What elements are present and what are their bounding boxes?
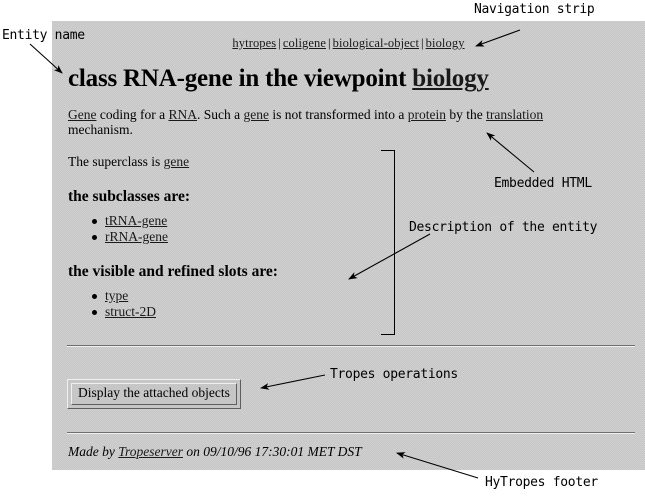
nav-link-biology[interactable]: biology bbox=[426, 36, 465, 50]
annotation-description-of-entity: Description of the entity bbox=[409, 220, 598, 235]
navigation-strip: hytropes | coligene | biological-object | biol… bbox=[52, 21, 645, 51]
desc-link-protein[interactable]: protein bbox=[408, 107, 446, 122]
nav-separator: | bbox=[278, 36, 281, 50]
footer-timestamp: on 09/10/96 17:30:01 MET DST bbox=[182, 444, 362, 459]
page-title-text: class RNA-gene in the viewpoint bbox=[68, 65, 413, 92]
page-title: class RNA-gene in the viewpoint biology bbox=[68, 65, 645, 93]
desc-link-gene[interactable]: gene bbox=[243, 107, 268, 122]
desc-link-rna[interactable]: RNA bbox=[168, 107, 197, 122]
desc-link-translation[interactable]: translation bbox=[486, 107, 543, 122]
list-item: struct-2D bbox=[92, 304, 645, 320]
superclass-link-gene[interactable]: gene bbox=[164, 154, 189, 169]
subclass-link-trna-gene[interactable]: tRNA-gene bbox=[105, 213, 167, 228]
superclass-label: The superclass is bbox=[68, 154, 164, 170]
list-item: type bbox=[92, 288, 645, 304]
nav-link-hytropes[interactable]: hytropes bbox=[232, 36, 276, 50]
desc-text: coding for a bbox=[96, 107, 169, 122]
description-region-bracket bbox=[381, 150, 395, 335]
slot-link-struct-2d[interactable]: struct-2D bbox=[105, 304, 156, 319]
horizontal-rule-above-operations bbox=[67, 345, 635, 347]
annotation-embedded-html: Embedded HTML bbox=[494, 176, 592, 191]
annotation-navigation-strip: Navigation strip bbox=[474, 2, 595, 17]
slots-heading: the visible and refined slots are: bbox=[68, 262, 278, 280]
hytropes-page: hytropes | coligene | biological-object | biol… bbox=[52, 21, 645, 470]
annotation-tropes-operations: Tropes operations bbox=[330, 367, 458, 382]
entity-description: Gene coding for a RNA. Such a gene is no… bbox=[68, 107, 588, 137]
nav-separator: | bbox=[328, 36, 331, 50]
subclass-link-rrna-gene[interactable]: rRNA-gene bbox=[105, 229, 168, 244]
footer-link-tropeserver[interactable]: Tropeserver bbox=[118, 444, 183, 459]
operations-area: Display the attached objects bbox=[67, 379, 241, 409]
desc-text: is not transformed into a bbox=[268, 107, 408, 122]
annotation-hytropes-footer: HyTropes footer bbox=[485, 475, 598, 490]
hytropes-footer: Made by Tropeserver on 09/10/96 17:30:01… bbox=[68, 444, 362, 460]
viewpoint-link-biology[interactable]: biology bbox=[412, 65, 489, 92]
desc-link-gene-capital[interactable]: Gene bbox=[68, 107, 96, 122]
desc-text: . Such a bbox=[196, 107, 244, 122]
nav-link-biological-object[interactable]: biological-object bbox=[333, 36, 419, 50]
annotation-entity-name: Entity name bbox=[2, 28, 85, 43]
nav-separator: | bbox=[421, 36, 424, 50]
desc-text: mechanism. bbox=[68, 122, 133, 138]
horizontal-rule-above-footer bbox=[67, 432, 635, 434]
superclass-line: The superclass is gene bbox=[68, 154, 645, 170]
display-attached-objects-button[interactable]: Display the attached objects bbox=[71, 383, 237, 405]
slots-list: type struct-2D bbox=[52, 288, 645, 320]
slot-link-type[interactable]: type bbox=[105, 288, 128, 303]
footer-prefix: Made by bbox=[68, 444, 119, 459]
desc-text: by the bbox=[445, 107, 487, 122]
nav-link-coligene[interactable]: coligene bbox=[283, 36, 326, 50]
